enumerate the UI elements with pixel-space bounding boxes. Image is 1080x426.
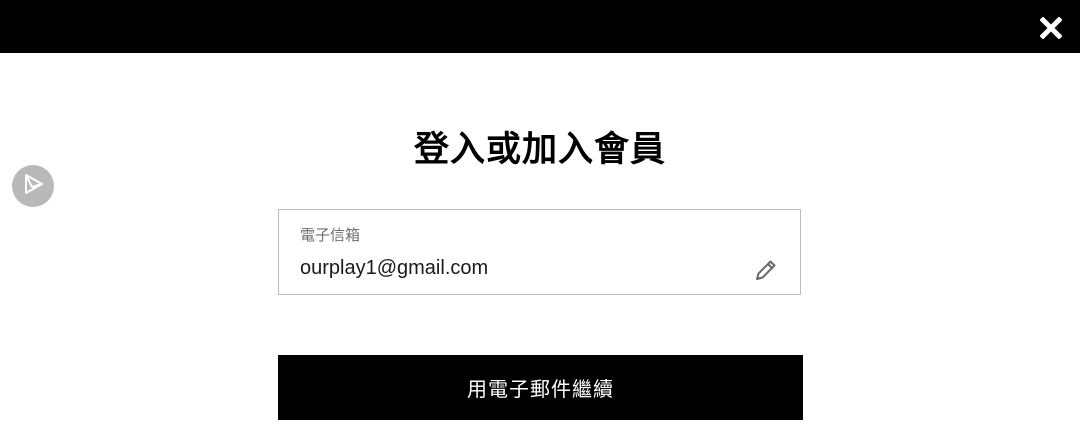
page-title: 登入或加入會員 xyxy=(413,130,666,170)
email-field-label: 電子信箱 xyxy=(300,226,361,244)
email-input[interactable] xyxy=(300,257,720,280)
top-bar xyxy=(0,0,1080,53)
send-arrow-icon xyxy=(20,171,46,201)
pencil-icon[interactable] xyxy=(752,256,780,284)
continue-with-email-button[interactable]: 用電子郵件繼續 xyxy=(278,355,803,420)
close-icon[interactable] xyxy=(1039,16,1063,40)
email-field[interactable]: 電子信箱 xyxy=(278,209,801,295)
